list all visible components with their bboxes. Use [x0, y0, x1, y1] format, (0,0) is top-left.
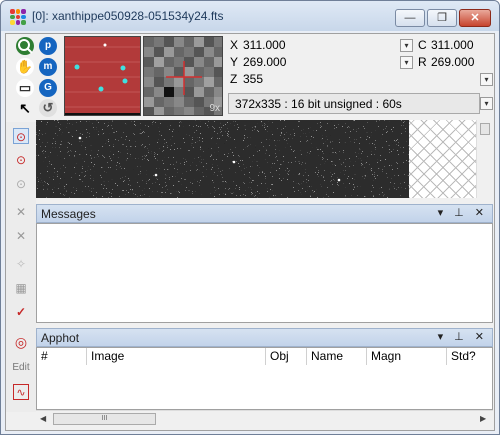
p-icon[interactable]: p: [39, 37, 57, 55]
col-header-obj[interactable]: Obj: [266, 348, 307, 365]
info-dropdown[interactable]: ▾: [480, 97, 493, 110]
target-gray-icon[interactable]: ⊙: [13, 176, 29, 192]
c-label: C: [418, 38, 427, 52]
messages-panel-body[interactable]: [36, 223, 493, 323]
edit-label[interactable]: Edit: [9, 360, 33, 376]
image-info-field: 372x335 : 16 bit unsigned : 60s: [228, 93, 480, 114]
col-header-magn[interactable]: Magn: [367, 348, 447, 365]
image-vertical-scrollbar[interactable]: [476, 120, 493, 198]
close-button[interactable]: ✕: [459, 9, 491, 27]
calculator-icon[interactable]: ▦: [13, 280, 29, 296]
scroll-right-arrow[interactable]: ▶: [480, 414, 486, 423]
x-value: 311.000: [243, 38, 286, 52]
tool-palette: p ✋ m ▭ G ↖ ↺: [6, 34, 65, 120]
apphot-title: Apphot: [41, 331, 80, 345]
zoom-icon[interactable]: [16, 37, 34, 55]
title-bar[interactable]: [0]: xanthippe050928-051534y24.fts — ❐ ✕: [1, 1, 499, 31]
rotate-icon[interactable]: ↺: [39, 99, 57, 117]
image-noise: [36, 120, 409, 198]
side-toolbar: ⊙ ⊙ ⊙ ✕ ✕ ✧ ▦ ✓ ◎ Edit ∿: [6, 122, 36, 412]
y-value: 269.000: [243, 55, 287, 69]
scroll-h-thumb[interactable]: III: [53, 413, 156, 425]
apphot-panel-controls[interactable]: ▾ ⊥ ✕: [438, 330, 488, 343]
apphot-horizontal-scrollbar[interactable]: ◀ III ▶: [36, 410, 493, 427]
m-icon[interactable]: m: [39, 58, 57, 76]
z-value: 355: [243, 72, 264, 86]
z-dropdown[interactable]: ▾: [480, 73, 493, 86]
g-icon[interactable]: G: [39, 79, 57, 97]
r-label: R: [418, 55, 427, 69]
c-value: 311.000: [431, 38, 474, 52]
messages-panel-header: Messages ▾ ⊥ ✕: [36, 204, 493, 223]
window-title: [0]: xanthippe050928-051534y24.fts: [32, 9, 224, 23]
maximize-button[interactable]: ❐: [427, 9, 457, 27]
frame-icon[interactable]: ▭: [16, 79, 34, 97]
magnifier-view: 9x: [143, 36, 223, 116]
minimize-button[interactable]: —: [395, 9, 425, 27]
pan-icon[interactable]: ✋: [16, 58, 34, 76]
apphot-panel-header: Apphot ▾ ⊥ ✕: [36, 328, 493, 347]
image-out-of-bounds-area: [409, 120, 477, 198]
check-icon[interactable]: ✓: [13, 304, 29, 320]
x-sub-icon[interactable]: ✕: [13, 228, 29, 244]
z-label: Z: [230, 72, 238, 86]
x-label: X: [230, 38, 239, 52]
scroll-thumb[interactable]: [480, 123, 490, 135]
pointer-icon[interactable]: ↖: [16, 99, 34, 117]
col-header-index[interactable]: #: [37, 348, 87, 365]
overview-thumbnail[interactable]: [64, 36, 141, 116]
magnifier-zoom-label: 9x: [209, 103, 220, 114]
r-dropdown[interactable]: ▾: [400, 56, 413, 69]
app-icon: [10, 9, 26, 25]
y-label: Y: [230, 55, 239, 69]
image-view[interactable]: [36, 120, 477, 198]
c-dropdown[interactable]: ▾: [400, 39, 413, 52]
main-window: [0]: xanthippe050928-051534y24.fts — ❐ ✕…: [0, 0, 500, 435]
messages-title: Messages: [41, 207, 96, 221]
r-value: 269.000: [431, 55, 475, 69]
col-header-image[interactable]: Image: [87, 348, 266, 365]
bullseye-icon[interactable]: ◎: [13, 334, 29, 350]
client-area: p ✋ m ▭ G ↖ ↺ 9x X 311.000 ▾ C 311.000 Y…: [5, 33, 495, 431]
x-icon[interactable]: ✕: [13, 204, 29, 220]
target-icon[interactable]: ⊙: [13, 128, 29, 144]
col-header-name[interactable]: Name: [307, 348, 367, 365]
target-star-icon[interactable]: ⊙: [13, 152, 29, 168]
graph-icon[interactable]: ∿: [13, 384, 29, 400]
messages-panel-controls[interactable]: ▾ ⊥ ✕: [438, 206, 488, 219]
scroll-left-arrow[interactable]: ◀: [40, 414, 46, 423]
apphot-table[interactable]: # Image Obj Name Magn Std?: [36, 347, 493, 410]
sparkle-icon[interactable]: ✧: [13, 256, 29, 272]
coordinate-readout: X 311.000 ▾ C 311.000 Y 269.000 ▾ R 269.…: [228, 36, 494, 118]
col-header-std[interactable]: Std?: [447, 348, 492, 365]
